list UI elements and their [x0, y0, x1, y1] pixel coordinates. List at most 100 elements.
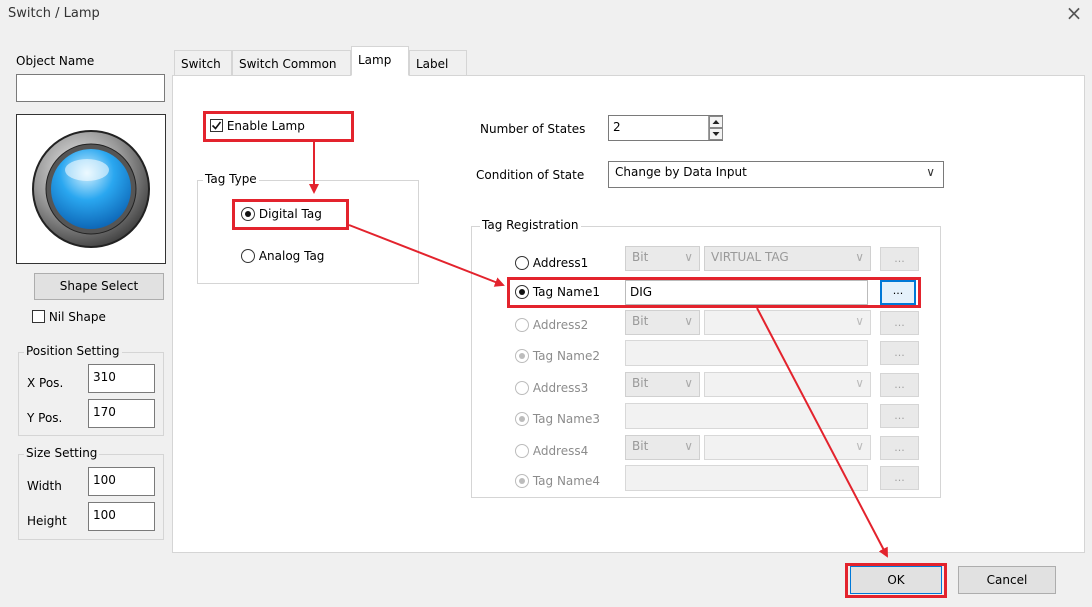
width-label: Width: [27, 479, 62, 493]
condition-of-state-select[interactable]: Change by Data Input ∨: [608, 161, 944, 188]
close-icon[interactable]: ×: [1062, 2, 1086, 26]
tag-name1-browse-button[interactable]: ...: [880, 280, 916, 305]
chevron-down-icon: ∨: [684, 250, 693, 264]
address2-browse-button[interactable]: ...: [880, 311, 919, 335]
tag-name3-browse-button[interactable]: ...: [880, 404, 919, 428]
address1-radio-dot[interactable]: [515, 256, 529, 270]
tag-name2-browse-button[interactable]: ...: [880, 341, 919, 365]
address4-radio[interactable]: Address4: [515, 444, 588, 458]
spin-arrows-icon: [709, 116, 723, 140]
address1-bit-value: Bit: [632, 250, 649, 264]
address1-tag-value: VIRTUAL TAG: [711, 250, 789, 264]
y-pos-label: Y Pos.: [27, 411, 63, 425]
tag-name2-input[interactable]: [625, 340, 868, 366]
chevron-down-icon: ∨: [855, 250, 864, 264]
nil-shape-label: Nil Shape: [48, 310, 106, 324]
enable-lamp-box[interactable]: [210, 119, 223, 132]
tab-switch[interactable]: Switch: [174, 50, 232, 75]
window-title: Switch / Lamp: [8, 6, 100, 21]
tab-lamp[interactable]: Lamp: [351, 46, 409, 76]
digital-tag-label: Digital Tag: [258, 207, 322, 221]
shape-select-button[interactable]: Shape Select: [34, 273, 164, 300]
tag-name4-radio[interactable]: Tag Name4: [515, 474, 600, 488]
address2-bit-value: Bit: [632, 314, 649, 328]
digital-tag-radio[interactable]: Digital Tag: [241, 207, 322, 221]
tag-name2-label: Tag Name2: [532, 349, 600, 363]
chevron-down-icon: ∨: [855, 376, 864, 390]
address1-bit-select[interactable]: Bit ∨: [625, 246, 700, 271]
address4-browse-button[interactable]: ...: [880, 436, 919, 460]
enable-lamp-checkbox[interactable]: Enable Lamp: [210, 119, 305, 133]
chevron-down-icon: ∨: [926, 165, 935, 179]
address3-tag-select[interactable]: ∨: [704, 372, 871, 397]
tag-registration-title: Tag Registration: [480, 218, 581, 232]
states-spinner[interactable]: [708, 116, 723, 140]
analog-tag-label: Analog Tag: [258, 249, 325, 263]
tab-label[interactable]: Label: [409, 50, 467, 75]
tag-name3-input[interactable]: [625, 403, 868, 429]
object-name-input[interactable]: [16, 74, 165, 102]
address3-bit-value: Bit: [632, 376, 649, 390]
address1-radio[interactable]: Address1: [515, 256, 588, 270]
address2-radio[interactable]: Address2: [515, 318, 588, 332]
tag-name3-radio[interactable]: Tag Name3: [515, 412, 600, 426]
address4-tag-select[interactable]: ∨: [704, 435, 871, 460]
object-name-label: Object Name: [16, 54, 95, 68]
tag-name3-radio-dot[interactable]: [515, 412, 529, 426]
tag-name4-radio-dot[interactable]: [515, 474, 529, 488]
address4-radio-dot[interactable]: [515, 444, 529, 458]
ok-button[interactable]: OK: [850, 566, 942, 594]
shape-preview: [16, 114, 166, 264]
tag-name4-input[interactable]: [625, 465, 868, 491]
tag-name1-input[interactable]: DIG: [625, 280, 868, 305]
address2-tag-select[interactable]: ∨: [704, 310, 871, 335]
tab-switch-common[interactable]: Switch Common: [232, 50, 351, 75]
checkmark-icon: [211, 121, 222, 130]
address2-bit-select[interactable]: Bit ∨: [625, 310, 700, 335]
chevron-down-icon: ∨: [684, 376, 693, 390]
tag-name3-label: Tag Name3: [532, 412, 600, 426]
tag-name1-radio-dot[interactable]: [515, 285, 529, 299]
tag-name2-radio-dot[interactable]: [515, 349, 529, 363]
condition-of-state-label: Condition of State: [476, 168, 585, 182]
y-pos-input[interactable]: 170: [88, 399, 155, 428]
chevron-down-icon: ∨: [684, 314, 693, 328]
address4-bit-select[interactable]: Bit ∨: [625, 435, 700, 460]
tag-type-group: [197, 180, 419, 284]
chevron-down-icon: ∨: [855, 439, 864, 453]
cancel-button[interactable]: Cancel: [958, 566, 1056, 594]
position-setting-title: Position Setting: [24, 344, 122, 358]
lamp-shape-icon: [32, 130, 150, 248]
number-of-states-input[interactable]: 2: [608, 115, 723, 141]
tag-type-title: Tag Type: [203, 172, 259, 186]
digital-tag-radio-dot[interactable]: [241, 207, 255, 221]
address4-label: Address4: [532, 444, 589, 458]
analog-tag-radio[interactable]: Analog Tag: [241, 249, 324, 263]
size-setting-title: Size Setting: [24, 446, 100, 460]
condition-of-state-value: Change by Data Input: [615, 165, 747, 179]
address3-label: Address3: [532, 381, 589, 395]
nil-shape-box[interactable]: [32, 310, 45, 323]
tag-name4-browse-button[interactable]: ...: [880, 466, 919, 490]
tag-name1-label: Tag Name1: [532, 285, 600, 299]
height-input[interactable]: 100: [88, 502, 155, 531]
height-label: Height: [27, 514, 67, 528]
address3-bit-select[interactable]: Bit ∨: [625, 372, 700, 397]
address3-browse-button[interactable]: ...: [880, 373, 919, 397]
tag-name2-radio[interactable]: Tag Name2: [515, 349, 600, 363]
address3-radio[interactable]: Address3: [515, 381, 588, 395]
address3-radio-dot[interactable]: [515, 381, 529, 395]
width-input[interactable]: 100: [88, 467, 155, 496]
x-pos-label: X Pos.: [27, 376, 64, 390]
address4-bit-value: Bit: [632, 439, 649, 453]
analog-tag-radio-dot[interactable]: [241, 249, 255, 263]
enable-lamp-label: Enable Lamp: [226, 119, 305, 133]
chevron-down-icon: ∨: [684, 439, 693, 453]
x-pos-input[interactable]: 310: [88, 364, 155, 393]
number-of-states-label: Number of States: [480, 122, 586, 136]
address1-browse-button[interactable]: ...: [880, 247, 919, 271]
tag-name1-radio[interactable]: Tag Name1: [515, 285, 600, 299]
address1-tag-select[interactable]: VIRTUAL TAG ∨: [704, 246, 871, 271]
nil-shape-checkbox[interactable]: Nil Shape: [32, 310, 106, 324]
address2-radio-dot[interactable]: [515, 318, 529, 332]
